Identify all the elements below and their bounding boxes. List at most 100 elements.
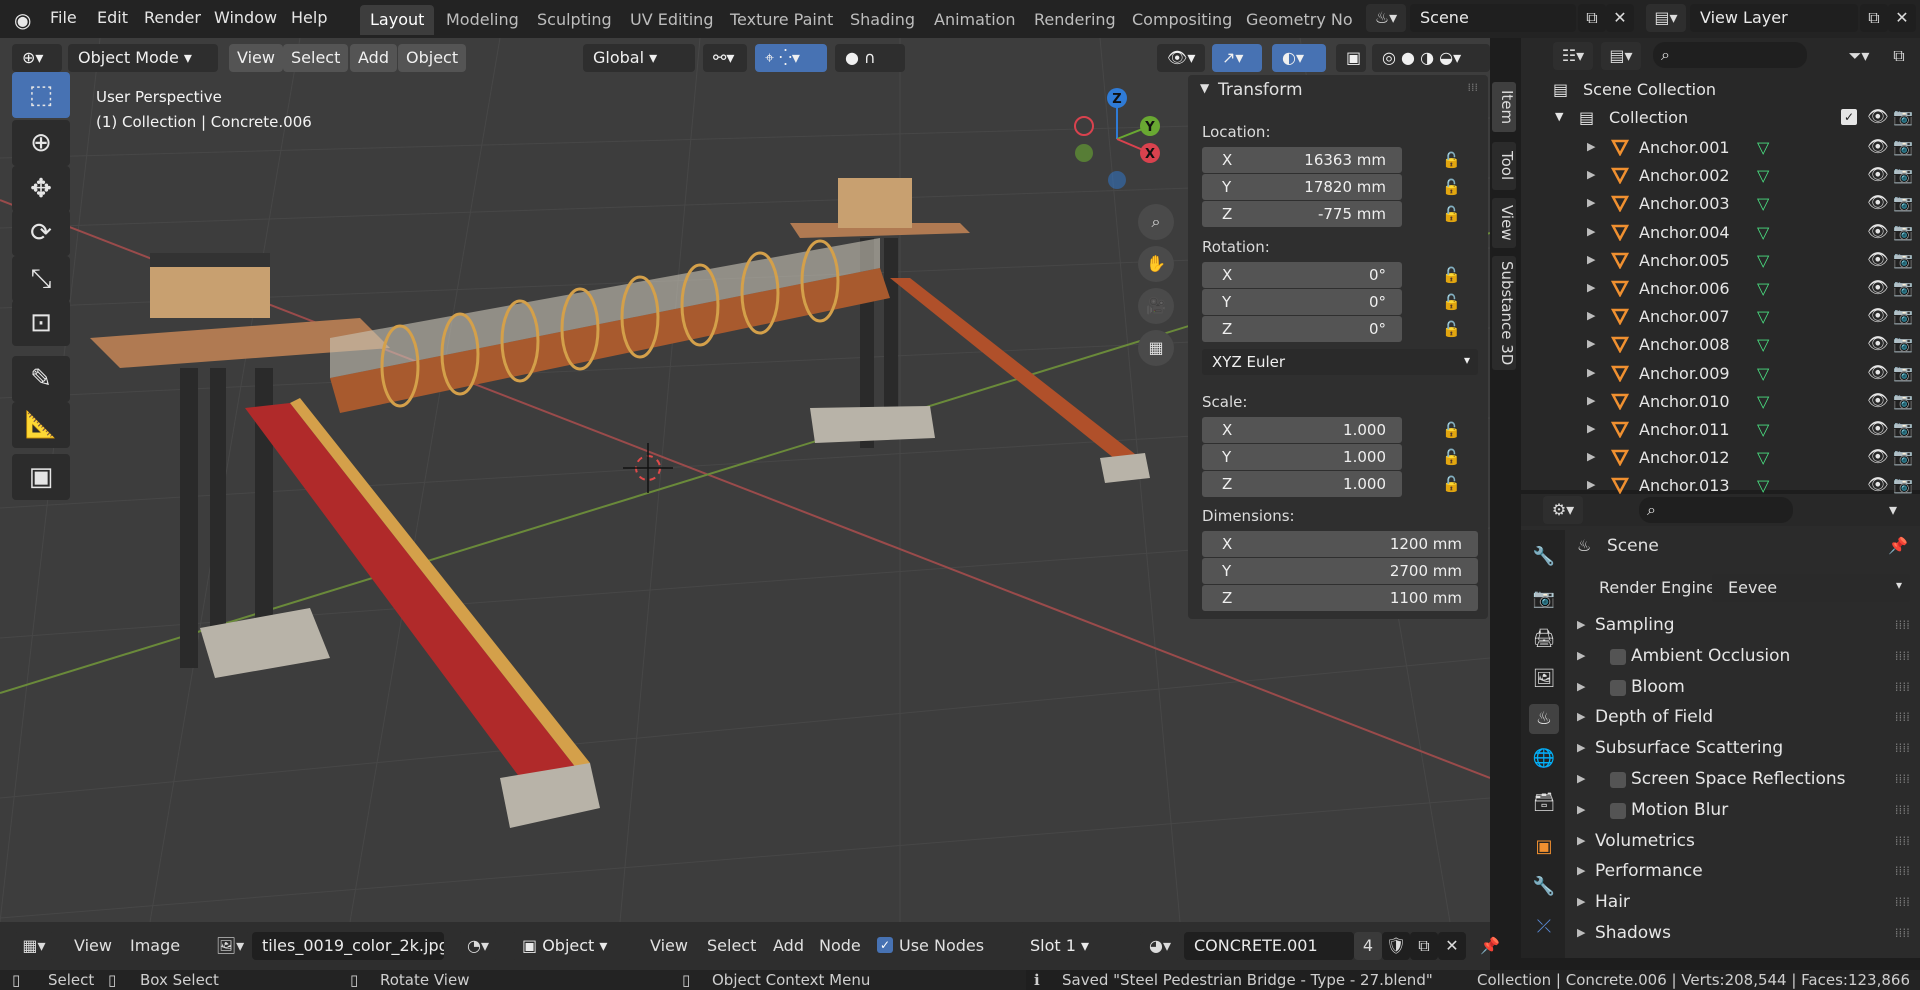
outliner-item[interactable]: ▶ Anchor.012 ▽ 👁 📷	[1521, 444, 1920, 472]
lock-icon[interactable]: 🔓	[1442, 320, 1461, 338]
eye-icon[interactable]: 👁	[1867, 107, 1889, 127]
drag-handle-icon[interactable]: ⁞⁞⁞⁞	[1895, 649, 1910, 663]
properties-editor-type-icon[interactable]: ⚙▾	[1543, 496, 1583, 524]
snap-toggle[interactable]: ⌖ ⁛▾	[755, 44, 827, 72]
world-tab-icon[interactable]: 🌐	[1529, 744, 1559, 774]
scale-z-field[interactable]: Z 1.000	[1202, 471, 1402, 497]
ortho-toggle-button[interactable]: ▦	[1138, 330, 1174, 366]
shader-menu-add[interactable]: Add	[773, 936, 804, 955]
lock-icon[interactable]: 🔓	[1442, 421, 1461, 439]
scene-tab-icon[interactable]: ♨	[1529, 704, 1559, 734]
drag-handle-icon[interactable]: ⁞⁞⁞⁞	[1895, 772, 1910, 786]
section-enable-checkbox[interactable]	[1610, 772, 1626, 788]
menu-file[interactable]: File	[50, 8, 77, 27]
fake-user-icon[interactable]: 🛡	[1382, 932, 1410, 960]
mesh-data-icon[interactable]: ▽	[1757, 166, 1769, 185]
panel-section[interactable]: ▶ Sampling ⁞⁞⁞⁞	[1565, 612, 1918, 640]
tab-substance-3d[interactable]: Substance 3D	[1492, 256, 1516, 370]
mesh-data-icon[interactable]: ▽	[1757, 364, 1769, 383]
panel-section[interactable]: ▶ Ambient Occlusion ⁞⁞⁞⁞	[1565, 643, 1918, 671]
tab-view[interactable]: View	[1492, 198, 1516, 248]
expand-arrow-icon[interactable]: ▶	[1587, 281, 1595, 294]
image-browse-icon[interactable]: 🖼▾	[210, 932, 250, 960]
drag-handle-icon[interactable]: ⁞⁞⁞⁞	[1895, 895, 1910, 909]
shader-object-dropdown[interactable]: ▣ Object ▾	[512, 932, 632, 960]
mesh-data-icon[interactable]: ▽	[1757, 392, 1769, 411]
location-x-field[interactable]: X 16363 mm	[1202, 147, 1402, 173]
outliner-item[interactable]: ▶ Anchor.010 ▽ 👁 📷	[1521, 388, 1920, 416]
mode-dropdown[interactable]: Object Mode ▾	[68, 44, 218, 72]
expand-arrow-icon[interactable]: ▶	[1587, 225, 1595, 238]
drag-handle-icon[interactable]: ⁞⁞⁞⁞	[1895, 710, 1910, 724]
expand-arrow-icon[interactable]: ▶	[1587, 196, 1595, 209]
camera-icon[interactable]: 📷	[1893, 165, 1913, 184]
tab-animation[interactable]: Animation	[924, 5, 1026, 35]
outliner-item[interactable]: ▶ Anchor.007 ▽ 👁 📷	[1521, 303, 1920, 331]
dimensions-y-field[interactable]: Y 2700 mm	[1202, 558, 1478, 584]
eye-icon[interactable]: 👁	[1867, 363, 1889, 383]
camera-icon[interactable]: 📷	[1893, 193, 1913, 212]
view-layer-tab-icon[interactable]: 🖼	[1529, 664, 1559, 694]
drag-handle-icon[interactable]: ⁞⁞⁞⁞	[1895, 618, 1910, 632]
shader-menu-view[interactable]: View	[74, 936, 112, 955]
lock-icon[interactable]: 🔓	[1442, 266, 1461, 284]
particles-tab-icon[interactable]: ⤫	[1529, 912, 1559, 942]
rotation-y-field[interactable]: Y 0°	[1202, 289, 1402, 315]
eye-icon[interactable]: 👁	[1867, 250, 1889, 270]
dimensions-z-field[interactable]: Z 1100 mm	[1202, 585, 1478, 611]
tab-item[interactable]: Item	[1492, 82, 1516, 132]
render-tab-icon[interactable]: 📷	[1529, 584, 1559, 614]
zoom-view-button[interactable]: ⌕	[1138, 204, 1174, 240]
expand-arrow-icon[interactable]: ▶	[1587, 140, 1595, 153]
properties-options-icon[interactable]: ▾	[1879, 496, 1907, 524]
camera-icon[interactable]: 📷	[1893, 363, 1913, 382]
lock-icon[interactable]: 🔓	[1442, 151, 1461, 169]
mesh-data-icon[interactable]: ▽	[1757, 476, 1769, 495]
menu-help[interactable]: Help	[291, 8, 327, 27]
camera-icon[interactable]: 📷	[1893, 278, 1913, 297]
expand-arrow-icon[interactable]: ▶	[1587, 337, 1595, 350]
rotation-x-field[interactable]: X 0°	[1202, 262, 1402, 288]
mesh-data-icon[interactable]: ▽	[1757, 194, 1769, 213]
select-box-tool[interactable]: ⬚	[12, 72, 70, 118]
lock-icon[interactable]: 🔓	[1442, 178, 1461, 196]
pin-icon[interactable]: 📌	[1480, 936, 1500, 955]
mesh-data-icon[interactable]: ▽	[1757, 420, 1769, 439]
panel-section[interactable]: ▶ Volumetrics ⁞⁞⁞⁞	[1565, 828, 1918, 856]
drag-handle-icon[interactable]: ⁞⁞⁞⁞	[1895, 803, 1910, 817]
view-layer-selector-icon[interactable]: ▤▾	[1646, 4, 1686, 32]
panel-section[interactable]: ▶ Hair ⁞⁞⁞⁞	[1565, 889, 1918, 917]
outliner-item[interactable]: ▶ Anchor.005 ▽ 👁 📷	[1521, 247, 1920, 275]
mesh-data-icon[interactable]: ▽	[1757, 251, 1769, 270]
camera-view-button[interactable]: 🎥	[1138, 288, 1174, 324]
shader-editor-type-icon[interactable]: ▦▾	[14, 932, 54, 960]
annotate-tool[interactable]: ✎	[12, 356, 70, 402]
shader-menu-select[interactable]: Select	[707, 936, 756, 955]
outliner-item[interactable]: ▶ Anchor.011 ▽ 👁 📷	[1521, 416, 1920, 444]
camera-icon[interactable]: 📷	[1893, 137, 1913, 156]
object-tab-icon[interactable]: ▣	[1529, 832, 1559, 862]
shader-menu-view-2[interactable]: View	[650, 936, 688, 955]
panel-section[interactable]: ▶ Depth of Field ⁞⁞⁞⁞	[1565, 704, 1918, 732]
menu-render[interactable]: Render	[144, 8, 201, 27]
lock-icon[interactable]: 🔓	[1442, 448, 1461, 466]
lock-icon[interactable]: 🔓	[1442, 293, 1461, 311]
material-browse-icon[interactable]: ◕▾	[1140, 932, 1180, 960]
viewport-menu-object[interactable]: Object	[398, 44, 467, 72]
menu-window[interactable]: Window	[214, 8, 277, 27]
cursor-tool[interactable]: ⊕	[12, 120, 70, 166]
pan-view-button[interactable]: ✋	[1138, 246, 1174, 282]
view-layer-name-field[interactable]: View Layer	[1690, 4, 1858, 32]
mesh-data-icon[interactable]: ▽	[1757, 279, 1769, 298]
blender-logo-icon[interactable]: ◉	[14, 8, 31, 32]
bridge-model[interactable]	[90, 178, 1150, 828]
location-z-field[interactable]: Z -775 mm	[1202, 201, 1402, 227]
expand-arrow-icon[interactable]: ▶	[1587, 168, 1595, 181]
rotation-mode-dropdown[interactable]: XYZ Euler ▾	[1202, 349, 1478, 375]
scale-x-field[interactable]: X 1.000	[1202, 417, 1402, 443]
viewport-menu-select[interactable]: Select	[283, 44, 349, 72]
tab-sculpting[interactable]: Sculpting	[527, 5, 622, 35]
camera-icon[interactable]: 📷	[1893, 222, 1913, 241]
new-scene-icon[interactable]: ⧉	[1578, 4, 1606, 32]
outliner-item[interactable]: ▶ Anchor.003 ▽ 👁 📷	[1521, 190, 1920, 218]
